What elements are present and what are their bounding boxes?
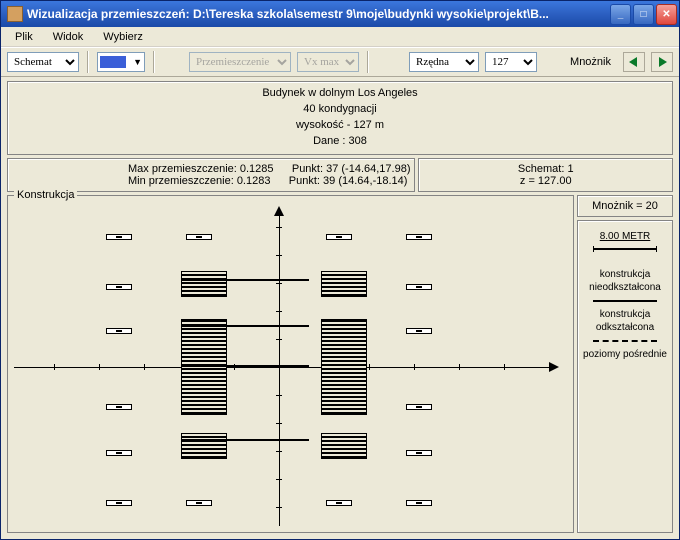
node	[406, 328, 432, 334]
header-line: Budynek w dolnym Los Angeles	[12, 86, 668, 102]
beam	[181, 279, 309, 281]
konstrukcja-fieldset: Konstrukcja	[7, 195, 574, 533]
content-area: Budynek w dolnym Los Angeles 40 kondygna…	[1, 77, 679, 539]
legend-line-dashed	[593, 340, 657, 342]
header-line: 40 kondygnacji	[12, 102, 668, 118]
stat-z: z = 127.00	[423, 175, 668, 187]
schemat-select[interactable]: Schemat	[7, 52, 79, 72]
window-title: Wizualizacja przemieszczeń: D:\Tereska s…	[27, 7, 610, 21]
mnoznik-increase-button[interactable]	[651, 52, 673, 72]
stats-panel: Max przemieszczenie: 0.1285 Punkt: 37 (-…	[7, 158, 415, 192]
bottom-row: Konstrukcja Mnożnik = 20 8.00 METR	[7, 195, 673, 533]
vx-select: Vx max	[297, 52, 359, 72]
swatch-icon	[100, 56, 126, 68]
node	[406, 450, 432, 456]
shear-wall	[181, 319, 227, 415]
stat-min: Min przemieszczenie: 0.1283 Punkt: 39 (1…	[128, 175, 407, 187]
konstrukcja-legend: Konstrukcja	[14, 189, 77, 201]
header-line: wysokość - 127 m	[12, 118, 668, 134]
app-window: Wizualizacja przemieszczeń: D:\Tereska s…	[0, 0, 680, 540]
node	[406, 500, 432, 506]
minimize-button[interactable]: _	[610, 4, 631, 25]
mnoznik-label: Mnożnik	[570, 56, 611, 68]
window-buttons: _ □ ✕	[610, 4, 677, 25]
header-panel: Budynek w dolnym Los Angeles 40 kondygna…	[7, 81, 673, 155]
separator	[367, 51, 369, 73]
node	[326, 500, 352, 506]
app-icon	[7, 6, 23, 22]
maximize-button[interactable]: □	[633, 4, 654, 25]
displacement-select: Przemieszczenie	[189, 52, 291, 72]
shear-wall	[321, 271, 367, 297]
konstrukcja-wrap: Konstrukcja	[7, 195, 574, 533]
chevron-down-icon: ▼	[133, 57, 142, 67]
menu-select[interactable]: Wybierz	[93, 29, 153, 45]
shear-wall	[181, 271, 227, 297]
mnoznik-value: Mnożnik = 20	[582, 200, 668, 212]
separator	[87, 51, 89, 73]
beam	[181, 365, 309, 367]
rzedna-select[interactable]: Rzędna	[409, 52, 479, 72]
node	[106, 450, 132, 456]
stat-schemat: Schemat: 1	[423, 163, 668, 175]
arrow-right-icon	[549, 362, 559, 372]
node	[106, 500, 132, 506]
mnoznik-decrease-button[interactable]	[623, 52, 645, 72]
stat-max: Max przemieszczenie: 0.1285 Punkt: 37 (-…	[128, 163, 410, 175]
legend-deformed: konstrukcja odkształcona	[582, 308, 668, 334]
mnoznik-panel: Mnożnik = 20	[577, 195, 673, 217]
node	[186, 500, 212, 506]
shear-wall	[181, 433, 227, 459]
menu-view[interactable]: Widok	[43, 29, 94, 45]
node	[106, 234, 132, 240]
menubar: Plik Widok Wybierz	[1, 27, 679, 47]
scale-bar	[593, 248, 657, 250]
scale-label: 8.00 METR	[600, 231, 651, 242]
rzedna-value-select[interactable]: 127	[485, 52, 537, 72]
legend-levels: poziomy pośrednie	[583, 348, 667, 361]
shear-wall	[321, 319, 367, 415]
stats-side-panel: Schemat: 1 z = 127.00	[418, 158, 673, 192]
node	[406, 284, 432, 290]
beam	[181, 439, 309, 441]
color-select[interactable]: ▼	[97, 52, 145, 72]
node	[406, 234, 432, 240]
node	[326, 234, 352, 240]
node	[106, 404, 132, 410]
plot-area	[14, 208, 567, 526]
node	[106, 328, 132, 334]
beam	[181, 325, 309, 327]
toolbar: Schemat ▼ Przemieszczenie Vx max Rzędna …	[1, 47, 679, 77]
node	[406, 404, 432, 410]
node	[106, 284, 132, 290]
legend-panel: 8.00 METR konstrukcja nieodkształcona ko…	[577, 220, 673, 533]
close-button[interactable]: ✕	[656, 4, 677, 25]
arrow-up-icon	[274, 206, 284, 216]
titlebar: Wizualizacja przemieszczeń: D:\Tereska s…	[1, 1, 679, 27]
menu-file[interactable]: Plik	[5, 29, 43, 45]
legend-line-solid	[593, 300, 657, 302]
side-column: Mnożnik = 20 8.00 METR konstrukcja nieod…	[577, 195, 673, 533]
header-line: Dane : 308	[12, 134, 668, 150]
node	[186, 234, 212, 240]
legend-undeformed: konstrukcja nieodkształcona	[582, 268, 668, 294]
separator	[153, 51, 155, 73]
shear-wall	[321, 433, 367, 459]
stats-row: Max przemieszczenie: 0.1285 Punkt: 37 (-…	[7, 158, 673, 192]
